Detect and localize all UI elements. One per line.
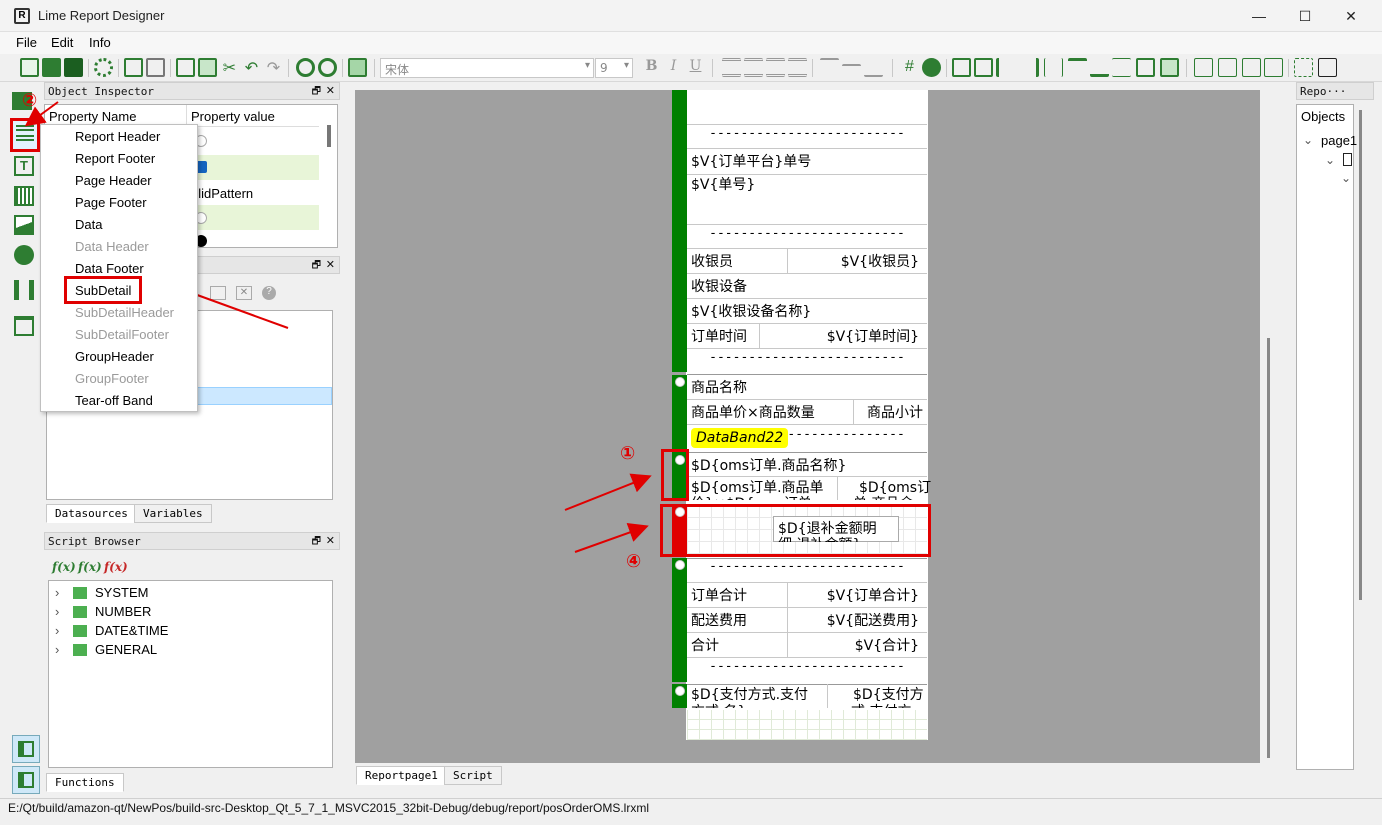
file-path: E:/Qt/build/amazon-qt/NewPos/build-src-D… — [8, 801, 649, 815]
menu-item-group-footer: GroupFooter — [75, 371, 149, 386]
menu-item-report-footer[interactable]: Report Footer — [75, 151, 155, 166]
menu-item-subdetail-footer: SubDetailFooter — [75, 327, 169, 342]
menu-item-page-footer[interactable]: Page Footer — [75, 195, 147, 210]
menu-item-data[interactable]: Data — [75, 217, 102, 232]
band-node-icon[interactable] — [1343, 153, 1352, 166]
menu-item-subdetail-header: SubDetailHeader — [75, 305, 175, 320]
arrow-4 — [574, 522, 649, 553]
report-structure-header: Repo··· — [1296, 82, 1374, 100]
menu-item-data-footer[interactable]: Data Footer — [75, 261, 144, 276]
menu-item-report-header[interactable]: Report Header — [75, 129, 160, 144]
arrow-1 — [564, 473, 652, 511]
menu-item-data-header: Data Header — [75, 239, 149, 254]
chevron-down-icon[interactable]: ⌄ — [1325, 153, 1335, 167]
objects-label: Objects — [1301, 109, 1346, 124]
status-bar: E:/Qt/build/amazon-qt/NewPos/build-src-D… — [0, 798, 1382, 818]
add-band-menu: Report Header Report Footer Page Header … — [40, 124, 198, 412]
chevron-down-icon[interactable]: ⌄ — [1341, 171, 1351, 185]
menu-item-group-header[interactable]: GroupHeader — [75, 349, 154, 364]
arrow-2 — [24, 101, 59, 127]
annotation-arrows — [24, 101, 652, 553]
menu-item-tear-off-band[interactable]: Tear-off Band — [75, 393, 153, 408]
tree-item-page1[interactable]: page1 — [1321, 133, 1357, 148]
menu-item-subdetail[interactable]: SubDetail — [75, 283, 131, 298]
chevron-down-icon[interactable]: ⌄ — [1303, 133, 1313, 147]
menu-item-page-header[interactable]: Page Header — [75, 173, 152, 188]
objects-tree: Objects ⌄ page1 ⌄ ⌄ — [1296, 104, 1357, 770]
